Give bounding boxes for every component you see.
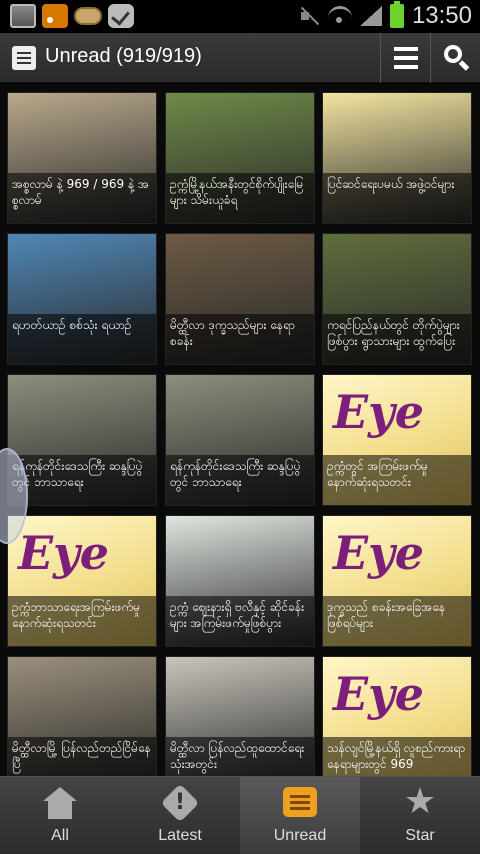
article-grid: အစ္စလာမ် နဲ့ 969 / 969 နဲ့ အစ္စလာမ် ဥက္ကံ… <box>0 84 480 776</box>
article-tile[interactable]: ရန်ကုန်တိုင်းဒေသကြီး ဆန္ဒပြပွဲတွင် ဘာသာရ… <box>7 374 157 506</box>
gallery-icon <box>10 4 36 28</box>
wifi-icon <box>327 6 352 26</box>
search-icon <box>444 45 462 63</box>
article-tile[interactable]: မိတ္ထီလာ ဒုက္ခသည်များ နေရာ စခန်း <box>165 233 315 365</box>
rss-icon <box>42 4 68 28</box>
article-tile[interactable]: မိတ္ထီလာ ပြန်လည်ထူထောင်ရေး သုံးအတွင်း <box>165 656 315 776</box>
article-tile[interactable]: Eye သန်လျင်မြို့နယ်ရှိ လူစည်ကားရာနေရာများ… <box>322 656 472 776</box>
tab-unread[interactable]: Unread <box>240 777 360 854</box>
signal-icon <box>359 6 382 26</box>
article-tile[interactable]: ဥက္ကံမြို့နယ်အနီးတွင်စိုက်ပျိုးမြေများ သ… <box>165 92 315 224</box>
tab-latest[interactable]: ! Latest <box>120 777 240 854</box>
article-caption: ရန်ကုန်တိုင်းဒေသကြီး ဆန္ဒပြပွဲတွင် ဘာသာရ… <box>166 455 314 505</box>
eye-logo: Eye <box>18 526 110 580</box>
mute-icon <box>298 5 320 27</box>
battery-icon <box>389 1 404 28</box>
article-caption: ဒုက္ခသည် စခန်းအခြေအနေ ဖြစ်ရပ်များ <box>323 596 471 646</box>
unread-icon <box>283 787 317 817</box>
eye-logo: Eye <box>333 385 425 439</box>
article-caption: မိတ္ထီလာ ဒုက္ခသည်များ နေရာ စခန်း <box>166 314 314 364</box>
list-document-icon <box>12 46 36 70</box>
article-caption: ရန်ကုန်တိုင်းဒေသကြီး ဆန္ဒပြပွဲတွင် ဘာသာရ… <box>8 455 156 505</box>
article-caption: သန်လျင်မြို့နယ်ရှိ လူစည်ကားရာနေရာများတွင… <box>323 737 471 776</box>
bottom-nav: All ! Latest Unread ★ Star <box>0 776 480 854</box>
notification-icons <box>10 4 134 28</box>
article-tile[interactable]: Eye ဥက္ကံတွင် အကြမ်းဖက်မှု နောက်ဆုံးရသတင်… <box>322 374 472 506</box>
article-caption: မိတ္ထီလာ ပြန်လည်ထူထောင်ရေး သုံးအတွင်း <box>166 737 314 776</box>
system-icons: 13:50 <box>298 1 472 30</box>
article-tile[interactable]: ဥက္ကံ ဈေးနားရှိ ဗလီနှင့် ဆိုင်ခန်းများ အ… <box>165 515 315 647</box>
eye-logo: Eye <box>333 526 425 580</box>
page-title: Unread (919/919) <box>45 45 202 67</box>
article-caption: အစ္စလာမ် နဲ့ 969 / 969 နဲ့ အစ္စလာမ် <box>8 173 156 223</box>
clock: 13:50 <box>411 2 472 29</box>
article-caption: ဥက္ကံတွင် အကြမ်းဖက်မှု နောက်ဆုံးရသတင်း <box>323 455 471 505</box>
tab-all[interactable]: All <box>0 777 120 854</box>
article-tile[interactable]: မိတ္ထီလာမြို့ ပြန်လည်တည်ငြိမ်နေပြီ <box>7 656 157 776</box>
app-notification-icon <box>74 7 102 25</box>
list-view-button[interactable] <box>380 33 430 83</box>
status-bar: 13:50 <box>0 0 480 33</box>
article-tile[interactable]: Eye ဥက္ကံဘာသာရေးအကြမ်းဖက်မှု နောက်ဆုံးရသတ… <box>7 515 157 647</box>
action-bar: Unread (919/919) <box>0 33 480 83</box>
article-caption: ဥက္ကံ ဈေးနားရှိ ဗလီနှင့် ဆိုင်ခန်းများ အ… <box>166 596 314 646</box>
tab-label: Latest <box>158 827 202 844</box>
star-icon: ★ <box>403 781 437 822</box>
search-button[interactable] <box>430 33 480 83</box>
article-tile[interactable]: အစ္စလာမ် နဲ့ 969 / 969 နဲ့ အစ္စလာမ် <box>7 92 157 224</box>
home-icon <box>43 787 77 819</box>
article-caption: ဥက္ကံဘာသာရေးအကြမ်းဖက်မှု နောက်ဆုံးရသတင်း <box>8 596 156 646</box>
eye-logo: Eye <box>333 667 425 721</box>
article-caption: ကရင်ပြည်နယ်တွင် တိုက်ပွဲများဖြစ်ပွား ရွာ… <box>323 314 471 364</box>
article-tile[interactable]: Eye ဒုက္ခသည် စခန်းအခြေအနေ ဖြစ်ရပ်များ <box>322 515 472 647</box>
article-caption: ရဟတ်ယာဉ် စစ်သုံး ရယာဉ် <box>8 314 156 364</box>
check-icon <box>108 4 134 28</box>
article-tile[interactable]: ရဟတ်ယာဉ် စစ်သုံး ရယာဉ် <box>7 233 157 365</box>
tab-label: All <box>51 827 69 844</box>
tab-star[interactable]: ★ Star <box>360 777 480 854</box>
article-tile[interactable]: ရန်ကုန်တိုင်းဒေသကြီး ဆန္ဒပြပွဲတွင် ဘာသာရ… <box>165 374 315 506</box>
article-tile[interactable]: ကရင်ပြည်နယ်တွင် တိုက်ပွဲများဖြစ်ပွား ရွာ… <box>322 233 472 365</box>
article-caption: ပြင်ဆင်ရေးပမယ် အဖွဲ့ဝင်များ <box>323 173 471 223</box>
tab-label: Unread <box>273 827 327 844</box>
article-caption: မိတ္ထီလာမြို့ ပြန်လည်တည်ငြိမ်နေပြီ <box>8 737 156 776</box>
article-caption: ဥက္ကံမြို့နယ်အနီးတွင်စိုက်ပျိုးမြေများ သ… <box>166 173 314 223</box>
tab-label: Star <box>405 827 435 844</box>
article-tile[interactable]: ပြင်ဆင်ရေးပမယ် အဖွဲ့ဝင်များ <box>322 92 472 224</box>
